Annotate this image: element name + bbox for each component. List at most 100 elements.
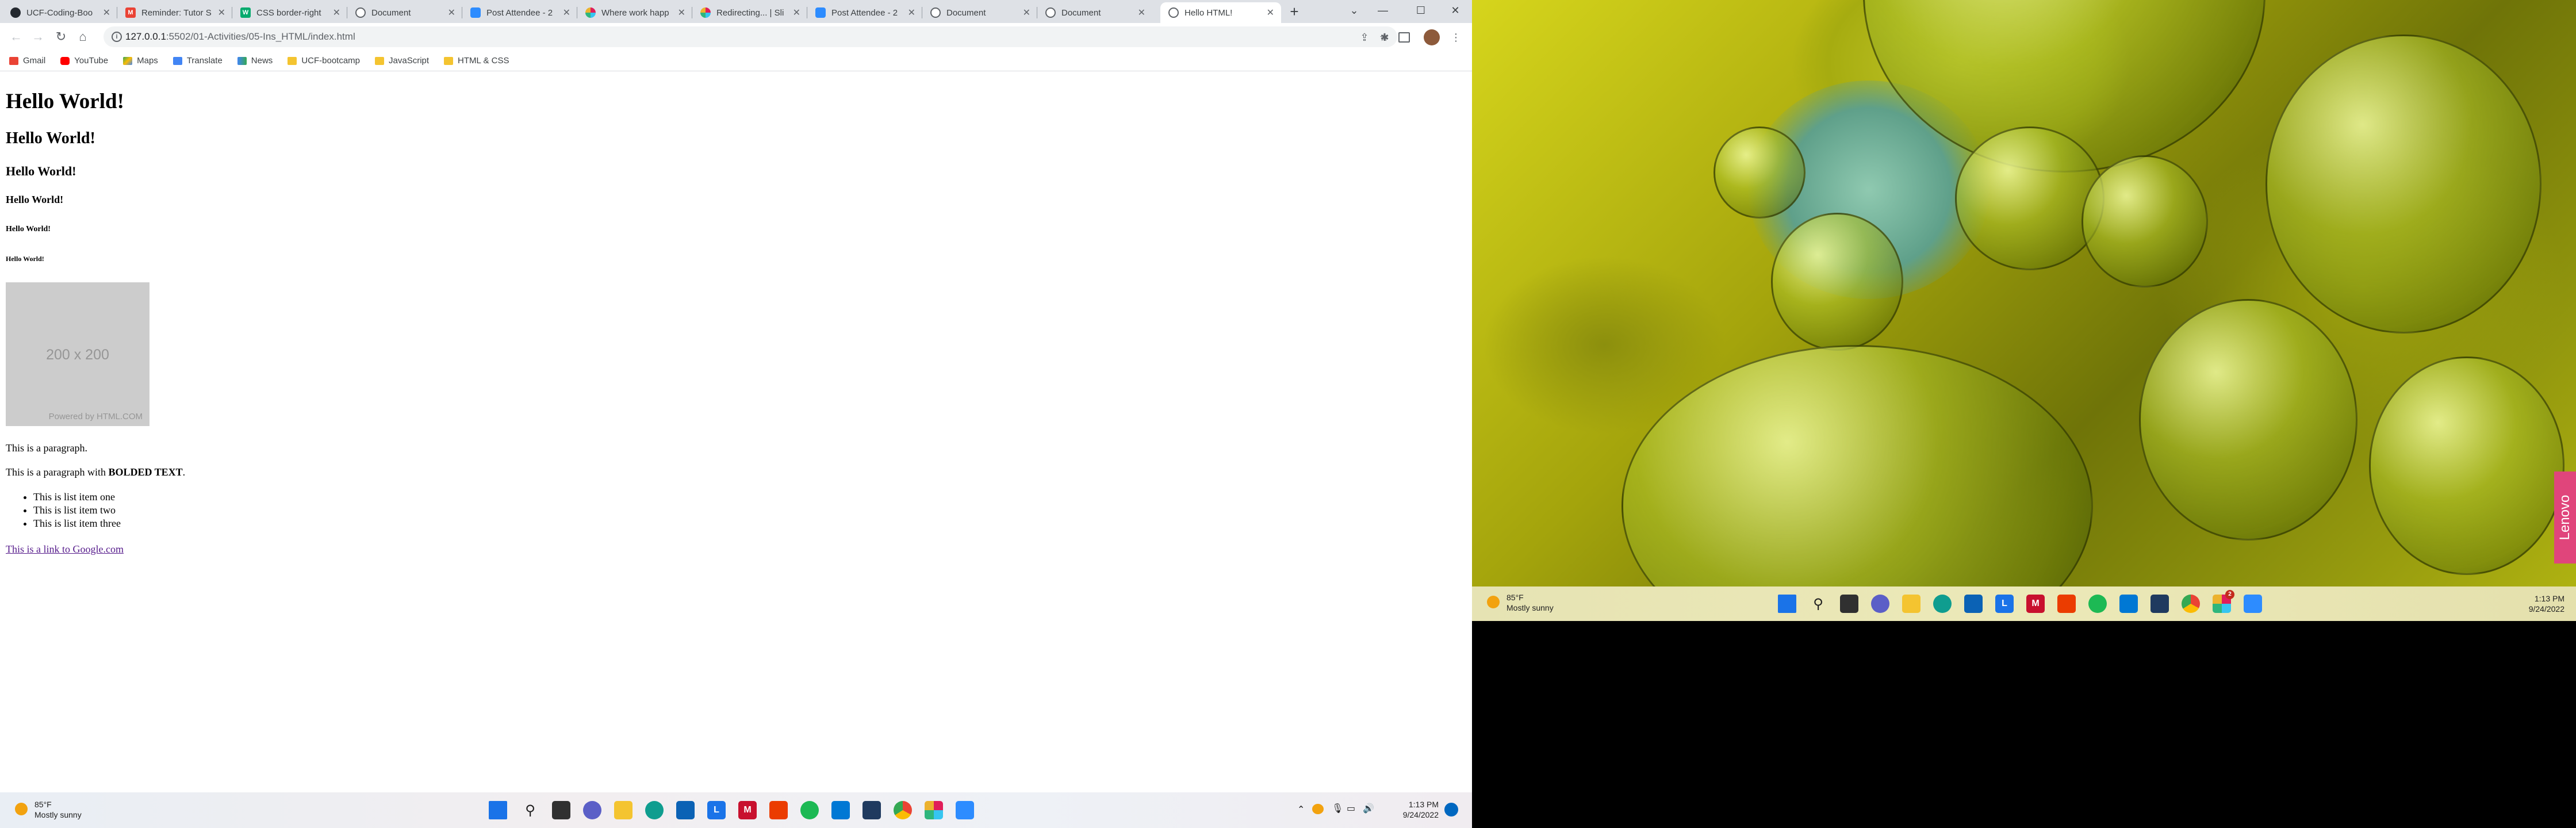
puzzle-extensions-icon[interactable]: ✱ <box>1378 30 1392 44</box>
tab-title: Post Attendee - 2 <box>486 7 553 18</box>
chrome-icon[interactable] <box>2182 595 2200 613</box>
bookmark-gmail[interactable]: Gmail <box>9 56 45 66</box>
clock[interactable]: 1:13 PM 9/24/2022 <box>2507 593 2564 614</box>
more-menu-icon[interactable]: ⋮ <box>1449 30 1463 44</box>
file-explorer-icon[interactable] <box>1902 595 1920 613</box>
paragraph-suffix: . <box>182 466 186 478</box>
list-item: This is list item three <box>33 517 121 530</box>
close-tab-icon[interactable]: ✕ <box>333 7 340 18</box>
windows-start-icon[interactable] <box>489 801 507 819</box>
browser-tab[interactable]: Post Attendee - 2 ✕ <box>807 2 922 23</box>
globe-icon <box>1045 7 1056 18</box>
weather-tray-icon[interactable] <box>1312 804 1324 814</box>
tab-title: Where work happ <box>601 7 669 18</box>
browser-tab-active[interactable]: Hello HTML! ✕ <box>1160 2 1281 23</box>
chrome-icon[interactable] <box>894 801 912 819</box>
lenovo-logo: Lenovo <box>2554 471 2576 564</box>
photos-icon[interactable] <box>862 801 881 819</box>
browser-tab[interactable]: Post Attendee - 2 ✕ <box>462 2 577 23</box>
file-explorer-icon[interactable] <box>614 801 632 819</box>
browser-tab[interactable]: Document ✕ <box>1037 2 1152 23</box>
bookmark-maps[interactable]: Maps <box>123 56 158 66</box>
back-arrow-icon[interactable]: ← <box>7 28 25 46</box>
bookmark-youtube[interactable]: YouTube <box>60 56 108 66</box>
close-tab-icon[interactable]: ✕ <box>218 7 225 18</box>
browser-tab[interactable]: UCF-Coding-Boo ✕ <box>2 2 117 23</box>
zoom-icon[interactable] <box>956 801 974 819</box>
mcafee-icon[interactable]: M <box>2026 595 2045 613</box>
lenovo-vantage-icon[interactable]: L <box>1995 595 2014 613</box>
close-tab-icon[interactable]: ✕ <box>448 7 455 18</box>
github-icon <box>10 7 21 18</box>
store-icon[interactable] <box>676 801 695 819</box>
photos-icon[interactable] <box>2150 595 2169 613</box>
maximize-button[interactable]: ☐ <box>1406 0 1435 21</box>
close-tab-icon[interactable]: ✕ <box>1267 7 1274 18</box>
browser-tab[interactable]: Document ✕ <box>922 2 1037 23</box>
browser-tab[interactable]: Redirecting... | Sli ✕ <box>692 2 807 23</box>
close-tab-icon[interactable]: ✕ <box>1138 7 1145 18</box>
chat-icon[interactable] <box>1871 595 1889 613</box>
display-icon[interactable]: ▭ <box>1347 804 1355 814</box>
google-link[interactable]: This is a link to Google.com <box>6 543 124 555</box>
search-icon[interactable]: ⚲ <box>521 801 539 819</box>
home-icon[interactable]: ⌂ <box>74 28 92 46</box>
task-view-icon[interactable] <box>552 801 570 819</box>
spotify-icon[interactable] <box>800 801 819 819</box>
browser-tab[interactable]: Document ✕ <box>347 2 462 23</box>
volume-icon[interactable]: 🔊 <box>1363 804 1374 814</box>
tray-overflow-icon[interactable]: ⌃ <box>1297 805 1305 815</box>
paragraph-with-bold: This is a paragraph with BOLDED TEXT. <box>6 466 185 478</box>
browser-tab[interactable]: M Reminder: Tutor S ✕ <box>117 2 232 23</box>
mcafee-icon[interactable]: M <box>738 801 757 819</box>
close-window-button[interactable]: ✕ <box>1441 0 1470 21</box>
close-tab-icon[interactable]: ✕ <box>563 7 570 18</box>
slack-icon[interactable]: 2 <box>2213 590 2234 613</box>
browser-tab[interactable]: Where work happ ✕ <box>577 2 692 23</box>
browser-tab[interactable]: W CSS border-right ✕ <box>232 2 347 23</box>
bookmark-folder-ucf-bootcamp[interactable]: UCF-bootcamp <box>288 56 360 66</box>
notifications-icon[interactable] <box>1444 803 1458 816</box>
close-tab-icon[interactable]: ✕ <box>793 7 800 18</box>
wallpaper-bubble <box>1621 345 2093 621</box>
edge-icon[interactable] <box>1933 595 1952 613</box>
profile-avatar[interactable] <box>1424 29 1440 45</box>
zoom-icon[interactable] <box>2244 595 2262 613</box>
weather-widget[interactable]: 85°F Mostly sunny <box>15 799 82 820</box>
right-monitor-wallpaper: Lenovo <box>1472 0 2576 621</box>
close-tab-icon[interactable]: ✕ <box>908 7 915 18</box>
bookmark-news[interactable]: News <box>237 56 273 66</box>
lenovo-vantage-icon[interactable]: L <box>707 801 726 819</box>
site-info-icon[interactable]: i <box>112 32 122 42</box>
slack-icon[interactable] <box>925 801 943 819</box>
address-bar[interactable]: i 127.0.0.1:5502/01-Activities/05-Ins_HT… <box>103 26 1397 47</box>
search-icon[interactable]: ⚲ <box>1809 595 1827 613</box>
close-tab-icon[interactable]: ✕ <box>678 7 685 18</box>
forward-arrow-icon[interactable]: → <box>29 28 47 46</box>
bookmark-folder-html-css[interactable]: HTML & CSS <box>444 56 509 66</box>
minimize-button[interactable]: — <box>1368 0 1397 21</box>
microphone-icon[interactable]: 🎙 <box>1332 804 1343 814</box>
office-icon[interactable] <box>769 801 788 819</box>
share-icon[interactable]: ⇪ <box>1357 30 1372 45</box>
office-icon[interactable] <box>2057 595 2076 613</box>
reload-icon[interactable]: ↻ <box>52 28 70 46</box>
close-tab-icon[interactable]: ✕ <box>103 7 110 18</box>
vscode-icon[interactable] <box>831 801 850 819</box>
store-icon[interactable] <box>1964 595 1983 613</box>
spotify-icon[interactable] <box>2088 595 2107 613</box>
tab-search-icon[interactable]: ⌄ <box>1340 0 1368 21</box>
bookmark-folder-javascript[interactable]: JavaScript <box>375 56 429 66</box>
edge-icon[interactable] <box>645 801 664 819</box>
chat-icon[interactable] <box>583 801 601 819</box>
clock[interactable]: 1:13 PM 9/24/2022 <box>1387 799 1439 820</box>
task-view-icon[interactable] <box>1840 595 1858 613</box>
weather-widget[interactable]: 85°F Mostly sunny <box>1487 592 1554 613</box>
close-tab-icon[interactable]: ✕ <box>1023 7 1030 18</box>
bookmark-translate[interactable]: Translate <box>172 56 223 66</box>
image-dimensions-label: 200 x 200 <box>46 347 109 363</box>
new-tab-button[interactable]: + <box>1286 3 1303 21</box>
side-panel-icon[interactable] <box>1398 32 1410 43</box>
vscode-icon[interactable] <box>2119 595 2138 613</box>
windows-start-icon[interactable] <box>1778 595 1796 613</box>
